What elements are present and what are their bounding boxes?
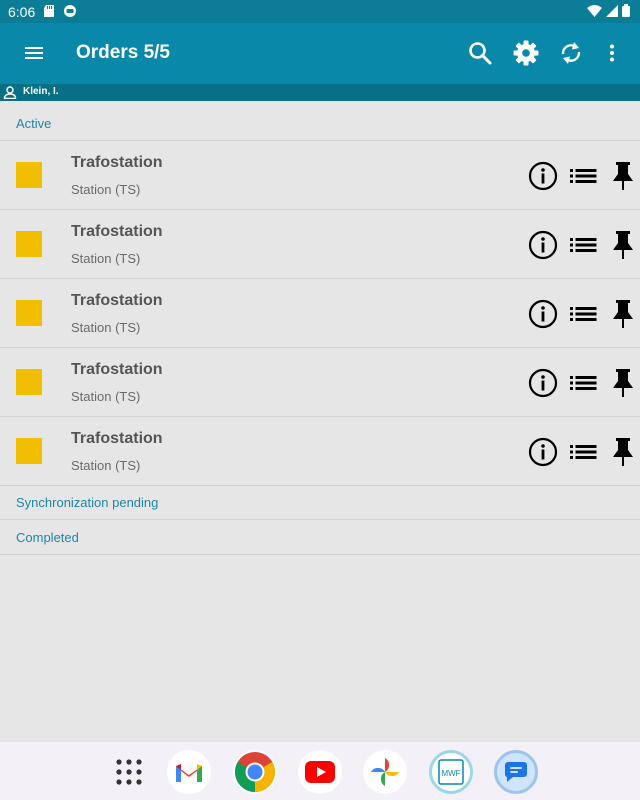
status-indicator bbox=[16, 162, 42, 188]
order-type: Station (TS) bbox=[71, 251, 141, 266]
order-name: Trafostation bbox=[71, 430, 163, 447]
messages-app[interactable] bbox=[494, 750, 538, 794]
app-notification-icon bbox=[64, 5, 76, 17]
youtube-app[interactable] bbox=[298, 750, 342, 794]
user-name: Klein, I. bbox=[23, 86, 59, 97]
status-time: 6:06 bbox=[8, 4, 36, 20]
sd-card-icon bbox=[44, 5, 54, 17]
pin-icon[interactable] bbox=[608, 161, 638, 191]
order-row[interactable]: Trafostation Station (TS) bbox=[0, 141, 640, 210]
order-type: Station (TS) bbox=[71, 389, 141, 404]
order-row[interactable]: Trafostation Station (TS) bbox=[0, 279, 640, 348]
status-indicator bbox=[16, 231, 42, 257]
list-icon[interactable] bbox=[568, 230, 598, 260]
info-icon[interactable] bbox=[528, 161, 558, 191]
info-icon[interactable] bbox=[528, 437, 558, 467]
calendar-icon-text: MWF bbox=[441, 769, 460, 778]
list-icon[interactable] bbox=[568, 368, 598, 398]
status-indicator bbox=[16, 300, 42, 326]
signal-icon bbox=[606, 4, 618, 17]
section-active-label: Active bbox=[16, 116, 52, 131]
gear-icon[interactable] bbox=[512, 39, 540, 67]
pin-icon[interactable] bbox=[608, 368, 638, 398]
info-icon[interactable] bbox=[528, 299, 558, 329]
more-options-icon[interactable] bbox=[598, 39, 626, 67]
status-indicator bbox=[16, 369, 42, 395]
order-name: Trafostation bbox=[71, 292, 163, 309]
order-name: Trafostation bbox=[71, 361, 163, 378]
section-active[interactable]: Active bbox=[0, 107, 640, 141]
search-icon[interactable] bbox=[466, 39, 494, 67]
order-name: Trafostation bbox=[71, 223, 163, 240]
status-indicator bbox=[16, 438, 42, 464]
calendar-app[interactable]: MWF bbox=[429, 750, 473, 794]
photos-icon bbox=[371, 758, 399, 786]
app-drawer-button[interactable] bbox=[107, 750, 151, 794]
list-icon[interactable] bbox=[568, 161, 598, 191]
pin-icon[interactable] bbox=[608, 299, 638, 329]
page-title: Orders 5/5 bbox=[76, 42, 170, 63]
user-bar: Klein, I. bbox=[0, 84, 640, 101]
order-type: Station (TS) bbox=[71, 320, 141, 335]
order-type: Station (TS) bbox=[71, 182, 141, 197]
chrome-app[interactable] bbox=[233, 750, 277, 794]
gmail-app[interactable] bbox=[167, 750, 211, 794]
user-icon bbox=[3, 86, 17, 99]
order-name: Trafostation bbox=[71, 154, 163, 171]
youtube-icon bbox=[305, 761, 335, 783]
section-sync-pending[interactable]: Synchronization pending bbox=[0, 486, 640, 520]
wifi-icon bbox=[587, 4, 602, 17]
messages-icon bbox=[504, 762, 527, 782]
status-bar: 6:06 bbox=[0, 0, 640, 23]
info-icon[interactable] bbox=[528, 368, 558, 398]
section-completed-label: Completed bbox=[16, 530, 79, 545]
app-dock: MWF bbox=[0, 742, 640, 800]
section-completed[interactable]: Completed bbox=[0, 521, 640, 555]
app-bar: Orders 5/5 bbox=[0, 23, 640, 84]
section-sync-pending-label: Synchronization pending bbox=[16, 495, 159, 510]
order-row[interactable]: Trafostation Station (TS) bbox=[0, 348, 640, 417]
photos-app[interactable] bbox=[363, 750, 407, 794]
pin-icon[interactable] bbox=[608, 437, 638, 467]
pin-icon[interactable] bbox=[608, 230, 638, 260]
list-icon[interactable] bbox=[568, 437, 598, 467]
battery-icon bbox=[622, 4, 630, 17]
menu-icon[interactable] bbox=[20, 39, 48, 67]
app-drawer-icon bbox=[116, 759, 142, 785]
order-row[interactable]: Trafostation Station (TS) bbox=[0, 210, 640, 279]
gmail-icon bbox=[176, 764, 202, 782]
list-icon[interactable] bbox=[568, 299, 598, 329]
order-type: Station (TS) bbox=[71, 458, 141, 473]
order-row[interactable]: Trafostation Station (TS) bbox=[0, 417, 640, 486]
info-icon[interactable] bbox=[528, 230, 558, 260]
chrome-icon bbox=[235, 752, 275, 792]
calendar-icon: MWF bbox=[438, 759, 464, 785]
sync-icon[interactable] bbox=[557, 39, 585, 67]
